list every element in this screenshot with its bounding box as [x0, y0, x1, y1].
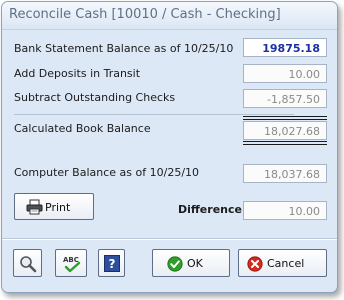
svg-text:?: ? [109, 257, 116, 271]
red-x-icon [247, 256, 263, 272]
search-button[interactable] [13, 249, 42, 277]
green-check-icon [167, 256, 183, 272]
outstanding-checks-label: Subtract Outstanding Checks [14, 91, 176, 104]
footer-separator [2, 238, 337, 240]
total-double-underline [243, 116, 327, 120]
title-bar: Reconcile Cash [10010 / Cash - Checking] [2, 2, 337, 30]
section-divider [14, 114, 294, 115]
help-icon: ? [104, 255, 120, 272]
computer-balance-value: 18,037.68 [243, 164, 327, 183]
bank-statement-balance-input[interactable]: 19875.18 [243, 38, 327, 57]
difference-label: Difference [178, 203, 242, 216]
spellcheck-button[interactable]: ABC [55, 249, 87, 277]
printer-icon [26, 199, 43, 215]
book-balance-value: 18,027.68 [243, 121, 327, 140]
cancel-button[interactable]: Cancel [238, 249, 327, 277]
book-balance-label: Calculated Book Balance [14, 122, 151, 135]
magnifier-icon [20, 256, 37, 273]
difference-value: 10.00 [243, 201, 327, 220]
ok-button[interactable]: OK [152, 249, 230, 277]
computer-balance-label: Computer Balance as of 10/25/10 [14, 166, 200, 179]
spellcheck-icon: ABC [63, 256, 81, 273]
deposits-in-transit-value: 10.00 [243, 64, 327, 83]
print-button[interactable]: Print [14, 193, 94, 220]
bank-statement-label: Bank Statement Balance as of 10/25/10 [14, 42, 234, 55]
print-button-label: Print [45, 201, 71, 214]
ok-button-label: OK [187, 257, 203, 270]
deposits-in-transit-label: Add Deposits in Transit [14, 67, 141, 80]
help-button[interactable]: ? [98, 249, 125, 277]
svg-text:ABC: ABC [63, 256, 79, 264]
total-double-underline [243, 141, 327, 145]
cancel-button-label: Cancel [267, 257, 305, 270]
outstanding-checks-value: -1,857.50 [243, 89, 327, 108]
window-title: Reconcile Cash [10010 / Cash - Checking] [9, 7, 281, 22]
reconcile-cash-dialog: Reconcile Cash [10010 / Cash - Checking]… [1, 1, 338, 293]
